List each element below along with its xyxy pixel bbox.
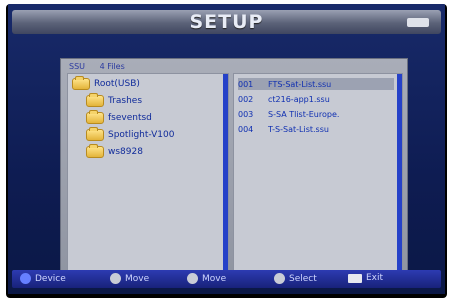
tree-folder-label: ws8928 (108, 147, 143, 157)
file-row[interactable]: 002 ct216-app1.ssu (238, 93, 394, 105)
tree-folder[interactable]: fseventsd (86, 110, 152, 125)
hint-move-horizontal: Move (187, 273, 226, 284)
leftright-arrow-icon (187, 273, 198, 284)
file-list[interactable]: 001 FTS-Sat-List.ssu 002 ct216-app1.ssu … (233, 73, 403, 275)
tree-folder-label: Trashes (108, 96, 143, 106)
exit-icon (348, 273, 362, 283)
file-row[interactable]: 004 T-S-Sat-List.ssu (238, 123, 394, 135)
file-browser: SSU 4 Files Root(USB) Trashes fseventsd (60, 58, 408, 280)
tree-folder[interactable]: Spotlight-V100 (86, 127, 175, 142)
file-number: 001 (238, 79, 254, 89)
tv-screen: SETUP SSU 4 Files Root(USB) Trashes fsev… (6, 4, 447, 298)
status-indicator-icon (407, 18, 429, 27)
hint-select: Select (274, 273, 317, 284)
tree-root[interactable]: Root(USB) (72, 76, 140, 91)
setup-panel: SETUP SSU 4 Files Root(USB) Trashes fsev… (8, 4, 445, 294)
hint-label: Select (289, 273, 317, 284)
hint-label: Exit (366, 273, 384, 283)
hint-label: Move (202, 273, 227, 284)
device-label: SSU (69, 62, 86, 71)
hint-label: Move (125, 273, 150, 284)
folder-tree[interactable]: Root(USB) Trashes fseventsd Spotlight-V1… (67, 73, 229, 275)
hint-exit: Exit (348, 273, 383, 283)
file-name: S-SA Tlist-Europe. (268, 109, 340, 119)
file-name: FTS-Sat-List.ssu (268, 79, 332, 89)
file-list-scrollbar[interactable] (397, 74, 402, 274)
file-name: ct216-app1.ssu (268, 94, 330, 104)
title-bar: SETUP (12, 10, 441, 34)
hint-label: Device (35, 273, 66, 284)
file-name: T-S-Sat-List.ssu (268, 124, 329, 134)
folder-icon (86, 110, 104, 124)
tree-folder-label: fseventsd (108, 113, 152, 123)
ok-icon (274, 273, 285, 284)
tree-scrollbar[interactable] (223, 74, 228, 274)
file-count: 4 Files (99, 62, 125, 71)
tree-folder-label: Spotlight-V100 (108, 130, 175, 140)
file-number: 003 (238, 109, 254, 119)
page-title: SETUP (189, 11, 264, 33)
browser-header: SSU 4 Files (69, 62, 137, 71)
hint-move-vertical: Move (110, 273, 149, 284)
file-number: 004 (238, 124, 254, 134)
updown-arrow-icon (110, 273, 121, 284)
tree-folder[interactable]: ws8928 (86, 144, 143, 159)
folder-icon (86, 93, 104, 107)
hint-device: Device (20, 273, 66, 284)
tree-folder[interactable]: Trashes (86, 93, 143, 108)
folder-icon (86, 144, 104, 158)
hint-bar: Device Move Move Select Exit (12, 270, 441, 288)
blue-circle-icon (20, 273, 31, 284)
folder-open-icon (72, 76, 90, 90)
folder-icon (86, 127, 104, 141)
file-number: 002 (238, 94, 254, 104)
tree-root-label: Root(USB) (94, 79, 140, 89)
file-row[interactable]: 003 S-SA Tlist-Europe. (238, 108, 394, 120)
file-row[interactable]: 001 FTS-Sat-List.ssu (238, 78, 394, 90)
